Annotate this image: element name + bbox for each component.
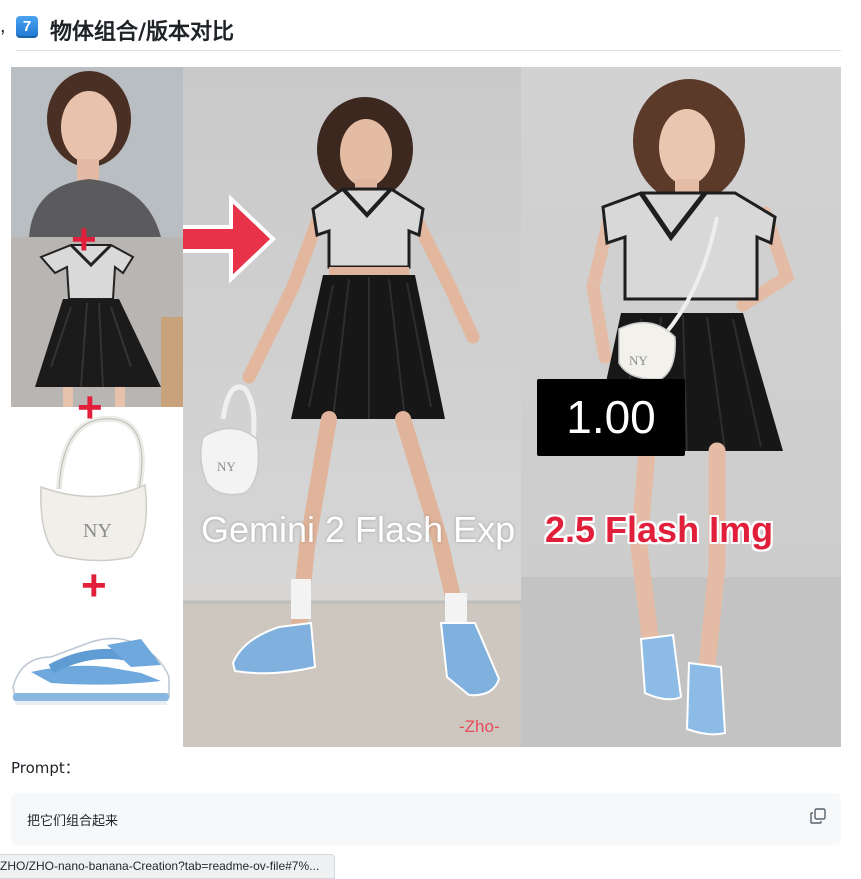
copy-icon[interactable] — [809, 807, 827, 825]
model-label-2-5-flash: 2.5 Flash Img — [545, 509, 774, 550]
section-heading: 7 物体组合/版本对比 — [16, 10, 841, 51]
result-photo-illustration-1: NY — [183, 97, 521, 747]
prompt-label: Prompt： — [11, 759, 80, 777]
prompt-text: 把它们组合起来 — [27, 814, 119, 829]
model-label-gemini-2: Gemini 2 Flash Exp — [201, 509, 516, 550]
watermark-text: -Zho- — [459, 717, 500, 736]
bag-logo-text-mid: NY — [217, 459, 236, 474]
prompt-code-block: 把它们组合起来 — [11, 793, 841, 845]
plus-sign-1: + — [71, 215, 97, 264]
section-title: 物体组合/版本对比 — [50, 20, 235, 45]
input-items-panel: NY + + + — [11, 67, 183, 747]
gemini-2-flash-result-panel: NY Gemini 2 Flash Exp -Zho- — [183, 67, 521, 747]
keycap-number-icon: 7 — [16, 16, 38, 38]
bag-logo-text: NY — [83, 520, 112, 542]
score-badge: 1.00 — [537, 379, 685, 456]
anchor-link-icon[interactable]: , — [0, 16, 6, 36]
plus-sign-2: + — [77, 383, 103, 432]
bag-logo-text-right: NY — [629, 353, 648, 368]
plus-sign-3: + — [81, 561, 107, 610]
link-preview-statusbar: ZHO/ZHO-nano-banana-Creation?tab=readme-… — [0, 854, 335, 879]
comparison-image: NY + + + NY Gemini 2 Flash Exp -Zho- NY … — [11, 67, 841, 747]
